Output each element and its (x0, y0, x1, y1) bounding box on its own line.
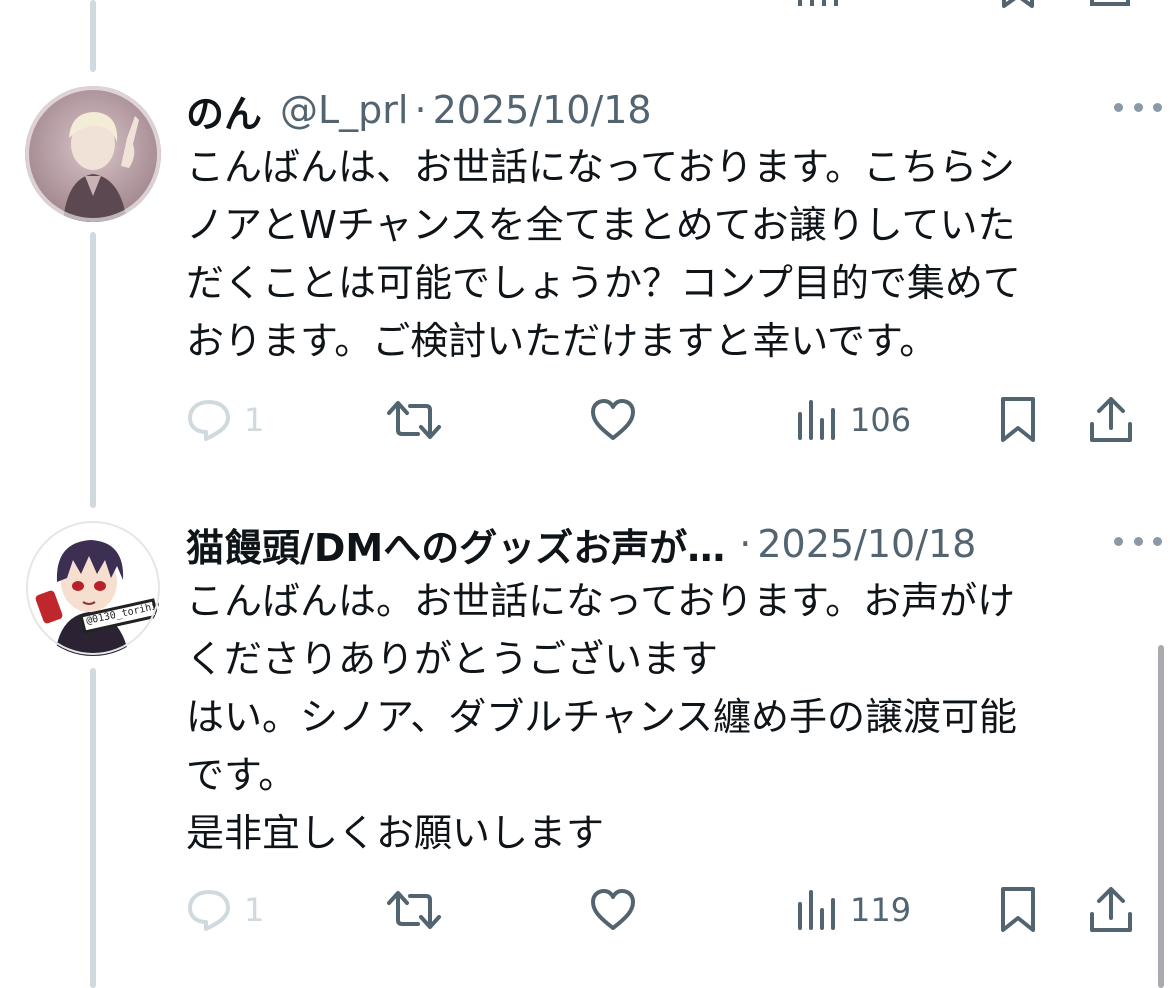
tweet-text: こんばんは。お世話になっております。お声がけ くださりありがとうございます はい… (186, 579, 1018, 855)
user-handle[interactable]: @L_prl (280, 88, 408, 132)
avatar-image: @0130_torihik (25, 520, 161, 656)
retweet-icon (387, 891, 441, 929)
more-icon[interactable] (1114, 92, 1162, 122)
views-icon[interactable] (796, 0, 840, 10)
like-button[interactable] (590, 390, 636, 450)
tweet-header: 猫饅頭/DMへのグッズお声が… · 2025/10/18 (186, 514, 1130, 574)
reply-icon (188, 890, 230, 931)
share-icon (1090, 397, 1132, 442)
heart-icon (591, 889, 635, 930)
like-button[interactable] (590, 880, 636, 940)
avatar[interactable] (25, 86, 161, 222)
retweet-button[interactable] (386, 880, 442, 940)
view-count: 119 (850, 891, 912, 929)
retweet-icon[interactable] (386, 0, 430, 10)
retweet-icon (387, 401, 441, 439)
bookmark-icon[interactable] (998, 0, 1042, 10)
reply-count: 1 (244, 401, 265, 439)
views-button[interactable]: 106 (796, 390, 911, 450)
bookmark-icon (1001, 397, 1035, 442)
reply-icon (188, 400, 230, 441)
thread-line (90, 232, 96, 508)
share-icon (1090, 887, 1132, 932)
views-icon (798, 400, 835, 440)
reply-button[interactable]: 1 (186, 880, 264, 940)
views-button[interactable]: 119 (796, 880, 911, 940)
share-button[interactable] (1088, 390, 1134, 450)
tweet-header: のん @L_prl · 2025/10/18 (186, 80, 1130, 140)
bookmark-button[interactable] (998, 390, 1038, 450)
separator: · (414, 88, 427, 132)
avatar[interactable]: @0130_torihik (25, 520, 161, 656)
avatar-image (25, 86, 161, 222)
bookmark-icon (1001, 887, 1035, 932)
reply-count: 1 (244, 891, 265, 929)
more-icon[interactable] (1114, 526, 1162, 556)
separator: · (739, 522, 752, 566)
tweet-date[interactable]: 2025/10/18 (433, 88, 652, 132)
tweet-actions: 1 106 (186, 390, 1140, 450)
display-name[interactable]: 猫饅頭/DMへのグッズお声が… (186, 517, 725, 572)
heart-icon[interactable] (590, 0, 634, 10)
thread-line (90, 668, 96, 988)
bookmark-button[interactable] (998, 880, 1038, 940)
tweet-date[interactable]: 2025/10/18 (757, 522, 976, 566)
share-icon[interactable] (1088, 0, 1132, 10)
heart-icon (591, 399, 635, 440)
thread-line (90, 0, 96, 72)
previous-tweet-actions (186, 0, 1140, 10)
tweet-actions: 1 119 (186, 880, 1140, 940)
reply-button[interactable]: 1 (186, 390, 264, 450)
share-button[interactable] (1088, 880, 1134, 940)
display-name[interactable]: のん (186, 83, 262, 138)
view-count: 106 (850, 401, 912, 439)
retweet-button[interactable] (386, 390, 442, 450)
scrollbar[interactable] (1158, 645, 1164, 988)
views-icon (798, 890, 835, 930)
tweet-text: こんばんは、お世話になっております。こちらシ ノアとWチャンスを全てまとめてお譲… (186, 145, 1021, 363)
